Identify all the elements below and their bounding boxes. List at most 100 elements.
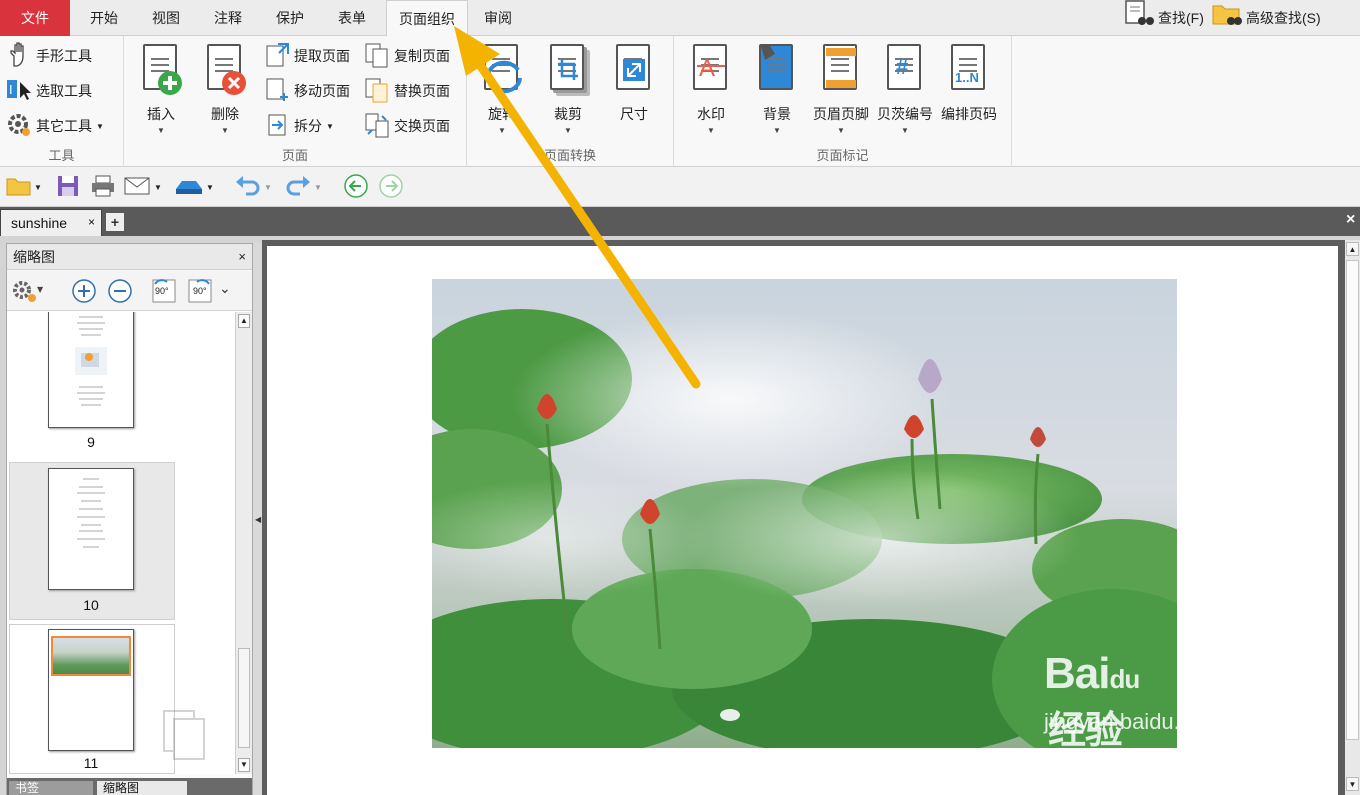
chevron-down-icon: ▼ [157, 126, 165, 135]
viewer-scrollbar[interactable]: ▲ ▼ [1345, 240, 1360, 795]
insert-page-button[interactable]: 插入 ▼ [130, 42, 192, 142]
copy-page-button[interactable]: 复制页面 [364, 42, 450, 70]
chevron-down-icon: ▼ [326, 121, 334, 131]
scan-button[interactable]: ▼ [174, 175, 214, 199]
replace-page-button[interactable]: 替换页面 [364, 77, 450, 105]
zoom-out-icon[interactable] [107, 278, 133, 307]
email-button[interactable]: ▼ [124, 175, 162, 199]
thumbnail-list: 9 10 11 [7, 312, 235, 774]
panel-splitter[interactable]: ◀ [253, 243, 262, 795]
rotate-left-label: 90° [155, 286, 169, 296]
rotate-icon [480, 42, 524, 98]
rotate-button[interactable]: 旋转 ▼ [471, 42, 533, 142]
bates-number-button[interactable]: # 贝茨编号 ▼ [874, 42, 936, 142]
menu-tab-home[interactable]: 开始 [76, 0, 132, 36]
undo-button[interactable]: ▼ [234, 175, 272, 199]
extract-page-button[interactable]: 提取页面 [264, 42, 350, 70]
svg-text:#: # [896, 54, 908, 79]
other-tools-button[interactable]: 其它工具 ▼ [6, 112, 104, 140]
chevron-down-icon: ▼ [901, 126, 909, 135]
select-tool-button[interactable]: I 选取工具 [6, 77, 92, 105]
insert-page-label: 插入 [147, 106, 175, 122]
document-tab[interactable]: sunshine × [0, 209, 102, 236]
redo-button[interactable]: ▼ [284, 175, 322, 199]
document-page: Baidu经验 jingyan.baidu.com [267, 246, 1338, 795]
thumbnail-panel-title: 缩略图 [13, 249, 55, 265]
arrow-left-circle-icon [343, 173, 369, 202]
crop-button[interactable]: 裁剪 ▼ [537, 42, 599, 142]
scroll-down-icon[interactable]: ▼ [1346, 777, 1359, 791]
watermark-button[interactable]: A 水印 ▼ [680, 42, 742, 142]
mail-icon [124, 175, 152, 200]
double-chevron-down-icon[interactable]: ⌄ [219, 280, 231, 297]
menu-tab-page-organize[interactable]: 页面组织 [386, 0, 468, 37]
close-icon[interactable]: × [238, 244, 246, 270]
scroll-thumb[interactable] [238, 648, 250, 748]
page-size-button[interactable]: 尺寸 [603, 42, 665, 142]
find-button[interactable]: 查找(F) [1124, 0, 1204, 32]
replace-page-label: 替换页面 [394, 83, 450, 99]
thumbnails-tab[interactable]: 缩略图 [97, 781, 187, 795]
menu-tab-review[interactable]: 审阅 [470, 0, 526, 36]
new-tab-button[interactable]: + [106, 213, 124, 231]
rotate-right-icon[interactable]: 90° [185, 278, 215, 304]
printer-icon [90, 174, 116, 201]
scroll-up-icon[interactable]: ▲ [1346, 242, 1359, 256]
advanced-find-button[interactable]: 高级查找(S) [1212, 4, 1321, 32]
gear-icon[interactable]: ▼ [11, 278, 44, 307]
thumbnail-scrollbar[interactable]: ▲ ▼ [235, 312, 252, 774]
header-footer-icon [819, 42, 863, 98]
scroll-up-icon[interactable]: ▲ [238, 314, 250, 328]
thumbnail-panel: 缩略图 × ▼ 90° 90° ⌄ 9 10 11 ▲ ▼ 书签 缩略图 [6, 243, 253, 795]
close-all-icon[interactable]: × [1346, 211, 1355, 229]
thumbnail-page-image [48, 312, 134, 428]
folder-search-icon [1212, 0, 1242, 37]
collapse-left-icon[interactable]: ◀ [255, 515, 261, 524]
split-button[interactable]: 拆分 ▼ [264, 112, 334, 140]
header-footer-button[interactable]: 页眉页脚 ▼ [810, 42, 872, 142]
save-button[interactable] [56, 175, 80, 199]
ribbon-group-page-label: 页面 [281, 148, 308, 163]
forward-button[interactable] [378, 173, 404, 199]
thumbnail-item[interactable]: 9 [7, 312, 235, 460]
rotate-left-icon[interactable]: 90° [149, 278, 179, 304]
ribbon: 手形工具 I 选取工具 其它工具 ▼ 工具 插入 ▼ 删除 ▼ 提取页面 移动页… [0, 36, 1360, 167]
scroll-down-icon[interactable]: ▼ [238, 758, 250, 772]
lotus-photo: Baidu经验 jingyan.baidu.com [432, 279, 1177, 748]
other-tools-label: 其它工具 [36, 118, 92, 134]
page-number-icon: 1..N [947, 42, 991, 98]
background-button[interactable]: 背景 ▼ [746, 42, 808, 142]
delete-page-label: 删除 [211, 106, 239, 122]
close-icon[interactable]: × [88, 209, 95, 235]
menu-tab-protect[interactable]: 保护 [262, 0, 318, 36]
thumbnail-page-number: 11 [83, 755, 99, 771]
scroll-thumb[interactable] [1346, 260, 1359, 740]
bookmarks-tab[interactable]: 书签 [9, 781, 93, 795]
menu-tab-form[interactable]: 表单 [324, 0, 380, 36]
menu-tab-comment[interactable]: 注释 [200, 0, 256, 36]
menu-file[interactable]: 文件 [0, 0, 70, 36]
print-button[interactable] [90, 175, 116, 199]
move-page-button[interactable]: 移动页面 [264, 77, 350, 105]
thumbnail-item[interactable]: 11 [9, 624, 205, 774]
swap-page-label: 交换页面 [394, 118, 450, 134]
split-label: 拆分 [294, 118, 322, 134]
watermark-icon: A [689, 42, 733, 98]
advanced-find-label: 高级查找(S) [1246, 10, 1321, 26]
menu-tab-view[interactable]: 视图 [138, 0, 194, 36]
hash-icon: # [883, 42, 927, 98]
page-number-button[interactable]: 1..N 编排页码 [938, 42, 1000, 142]
thumbnail-item[interactable]: 10 [9, 462, 175, 620]
page-number-icon-text: 1..N [955, 70, 979, 85]
thumbnail-panel-header: 缩略图 × [7, 244, 252, 270]
swap-page-button[interactable]: 交换页面 [364, 112, 450, 140]
zoom-in-icon[interactable] [71, 278, 97, 307]
back-button[interactable] [343, 173, 369, 202]
page-size-label: 尺寸 [620, 106, 648, 122]
thumbnail-selection-highlight [51, 636, 131, 676]
select-tool-label: 选取工具 [36, 83, 92, 99]
redo-icon [284, 174, 312, 201]
open-file-button[interactable]: ▼ [6, 175, 42, 199]
delete-page-button[interactable]: 删除 ▼ [194, 42, 256, 142]
hand-tool-button[interactable]: 手形工具 [6, 41, 92, 70]
